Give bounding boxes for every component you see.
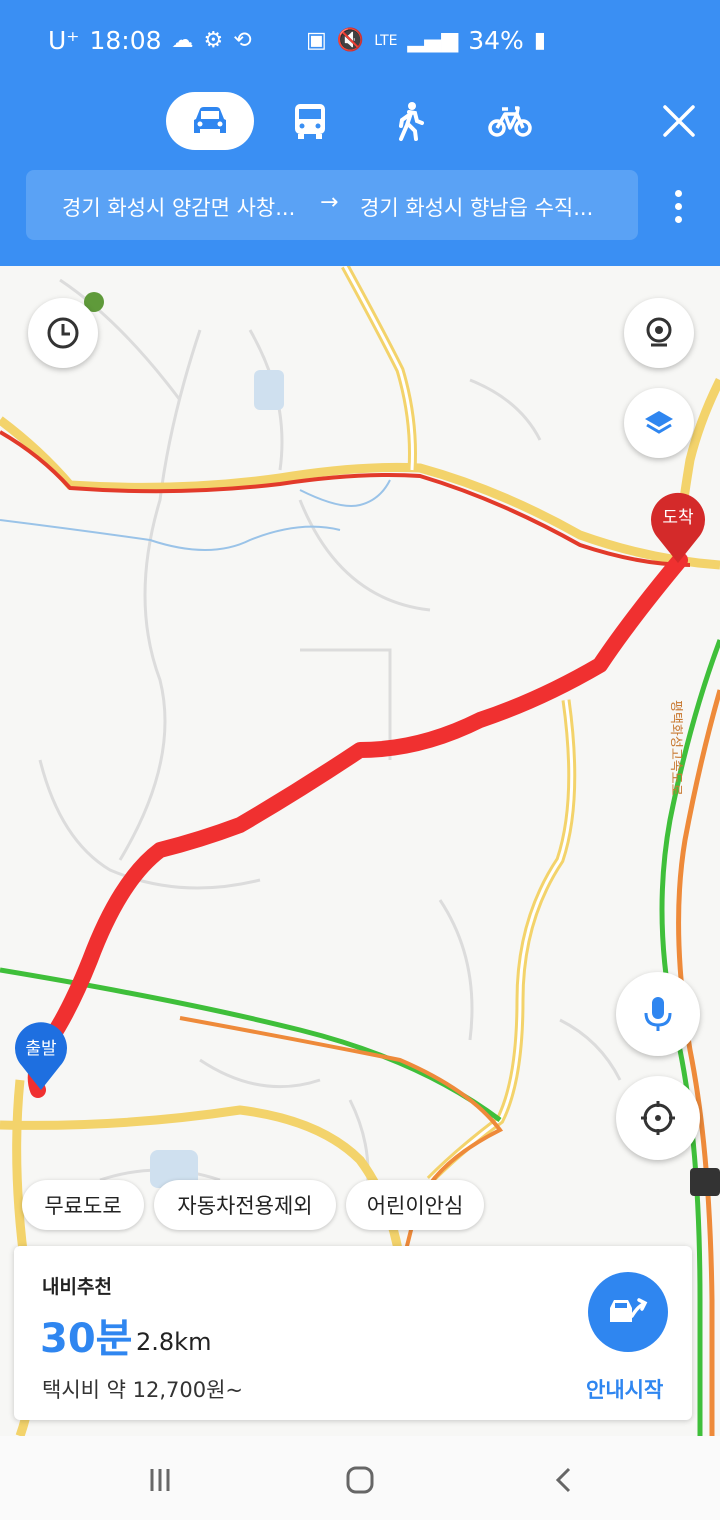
system-nav-bar: [0, 1436, 720, 1520]
status-bar: U⁺ 18:08 ☁ ⚙ ⟲ ▣ 🔇 LTE ▂▄▆ 34% ▮: [0, 22, 720, 62]
route-time: 30분: [40, 1316, 133, 1362]
clock: 18:08: [89, 26, 162, 55]
walk-icon: [399, 102, 424, 141]
stream: [0, 519, 341, 551]
battery-icon: ▮: [533, 28, 546, 53]
origin-text[interactable]: 경기 화성시 양감면 사창...: [62, 192, 295, 222]
layers-button[interactable]: [624, 388, 694, 458]
more-icon-dot: [674, 216, 682, 223]
bus-mode-tab[interactable]: [266, 92, 354, 150]
start-navigation-button[interactable]: [588, 1272, 668, 1352]
destination-text[interactable]: 경기 화성시 향남읍 수직...: [360, 192, 593, 222]
walk-mode-tab[interactable]: [366, 92, 454, 150]
end-pin-label: 도착: [662, 508, 694, 528]
back-icon: [555, 1467, 571, 1493]
stream: [299, 479, 391, 507]
history-button[interactable]: [28, 298, 98, 368]
voice-search-button[interactable]: [616, 972, 700, 1056]
highway-label: 평택화성고속도로: [668, 700, 683, 796]
route-distance: 2.8km: [136, 1328, 212, 1356]
chip-no-expressway[interactable]: 자동차전용제외: [154, 1180, 336, 1230]
sync-icon: ⟲: [233, 28, 252, 53]
car-icon: [194, 107, 226, 133]
route-arrow-icon: →: [320, 190, 339, 215]
crosshair-icon: [641, 1101, 675, 1135]
my-location-button[interactable]: [616, 1076, 700, 1160]
start-pin-label: 출발: [25, 1039, 57, 1059]
home-button[interactable]: [340, 1460, 380, 1500]
bike-icon: [488, 106, 532, 137]
carrier-label: U⁺: [48, 26, 80, 55]
start-pin[interactable]: 출발: [15, 1022, 67, 1090]
settings-icon: ⚙: [203, 28, 224, 53]
lte-icon: LTE: [374, 32, 398, 49]
top-header: U⁺ 18:08 ☁ ⚙ ⟲ ▣ 🔇 LTE ▂▄▆ 34% ▮ 경기 화성시 …: [0, 0, 720, 266]
taxi-fare: 택시비 약 12,700원~: [42, 1378, 244, 1402]
recent-apps-button[interactable]: [140, 1460, 180, 1500]
minor-roads: [38, 278, 622, 1221]
more-icon-dot: [674, 190, 682, 197]
car-mode-tab[interactable]: [166, 92, 254, 150]
save-icon: ▣: [306, 28, 327, 53]
route-line: [27, 552, 688, 1098]
chip-free-road[interactable]: 무료도로: [22, 1180, 144, 1230]
close-button[interactable]: [656, 98, 702, 144]
traffic-cam-badge-icon[interactable]: [690, 1168, 720, 1196]
congested-road: [0, 430, 691, 567]
battery-level: 34%: [468, 26, 524, 55]
cloud-icon: ☁: [171, 28, 194, 53]
pond: [254, 370, 284, 410]
route-summary-card[interactable]: 내비추천 30분 2.8km 택시비 약 12,700원~ 안내시작: [14, 1246, 692, 1420]
signal-icon: ▂▄▆: [407, 28, 459, 53]
mute-icon: 🔇: [336, 28, 365, 53]
bus-icon: [295, 104, 325, 139]
layers-icon: [645, 411, 673, 434]
home-icon: [346, 1466, 374, 1494]
more-options-button[interactable]: [668, 186, 688, 226]
recent-apps-icon: [150, 1469, 170, 1491]
cctv-icon: [646, 317, 672, 347]
back-button[interactable]: [544, 1460, 584, 1500]
close-icon: [663, 105, 695, 137]
more-icon-dot: [674, 203, 682, 210]
start-navigation-label[interactable]: 안내시작: [586, 1374, 663, 1404]
route-search-bar[interactable]: 경기 화성시 양감면 사창... → 경기 화성시 향남읍 수직...: [26, 170, 638, 240]
navigation-car-icon: [610, 1298, 648, 1322]
bike-mode-tab[interactable]: [466, 92, 554, 150]
microphone-icon: [644, 997, 672, 1031]
route-type-label: 내비추천: [42, 1276, 112, 1298]
cctv-button[interactable]: [624, 298, 694, 368]
clock-icon: [47, 317, 79, 349]
chip-child-safe[interactable]: 어린이안심: [346, 1180, 484, 1230]
